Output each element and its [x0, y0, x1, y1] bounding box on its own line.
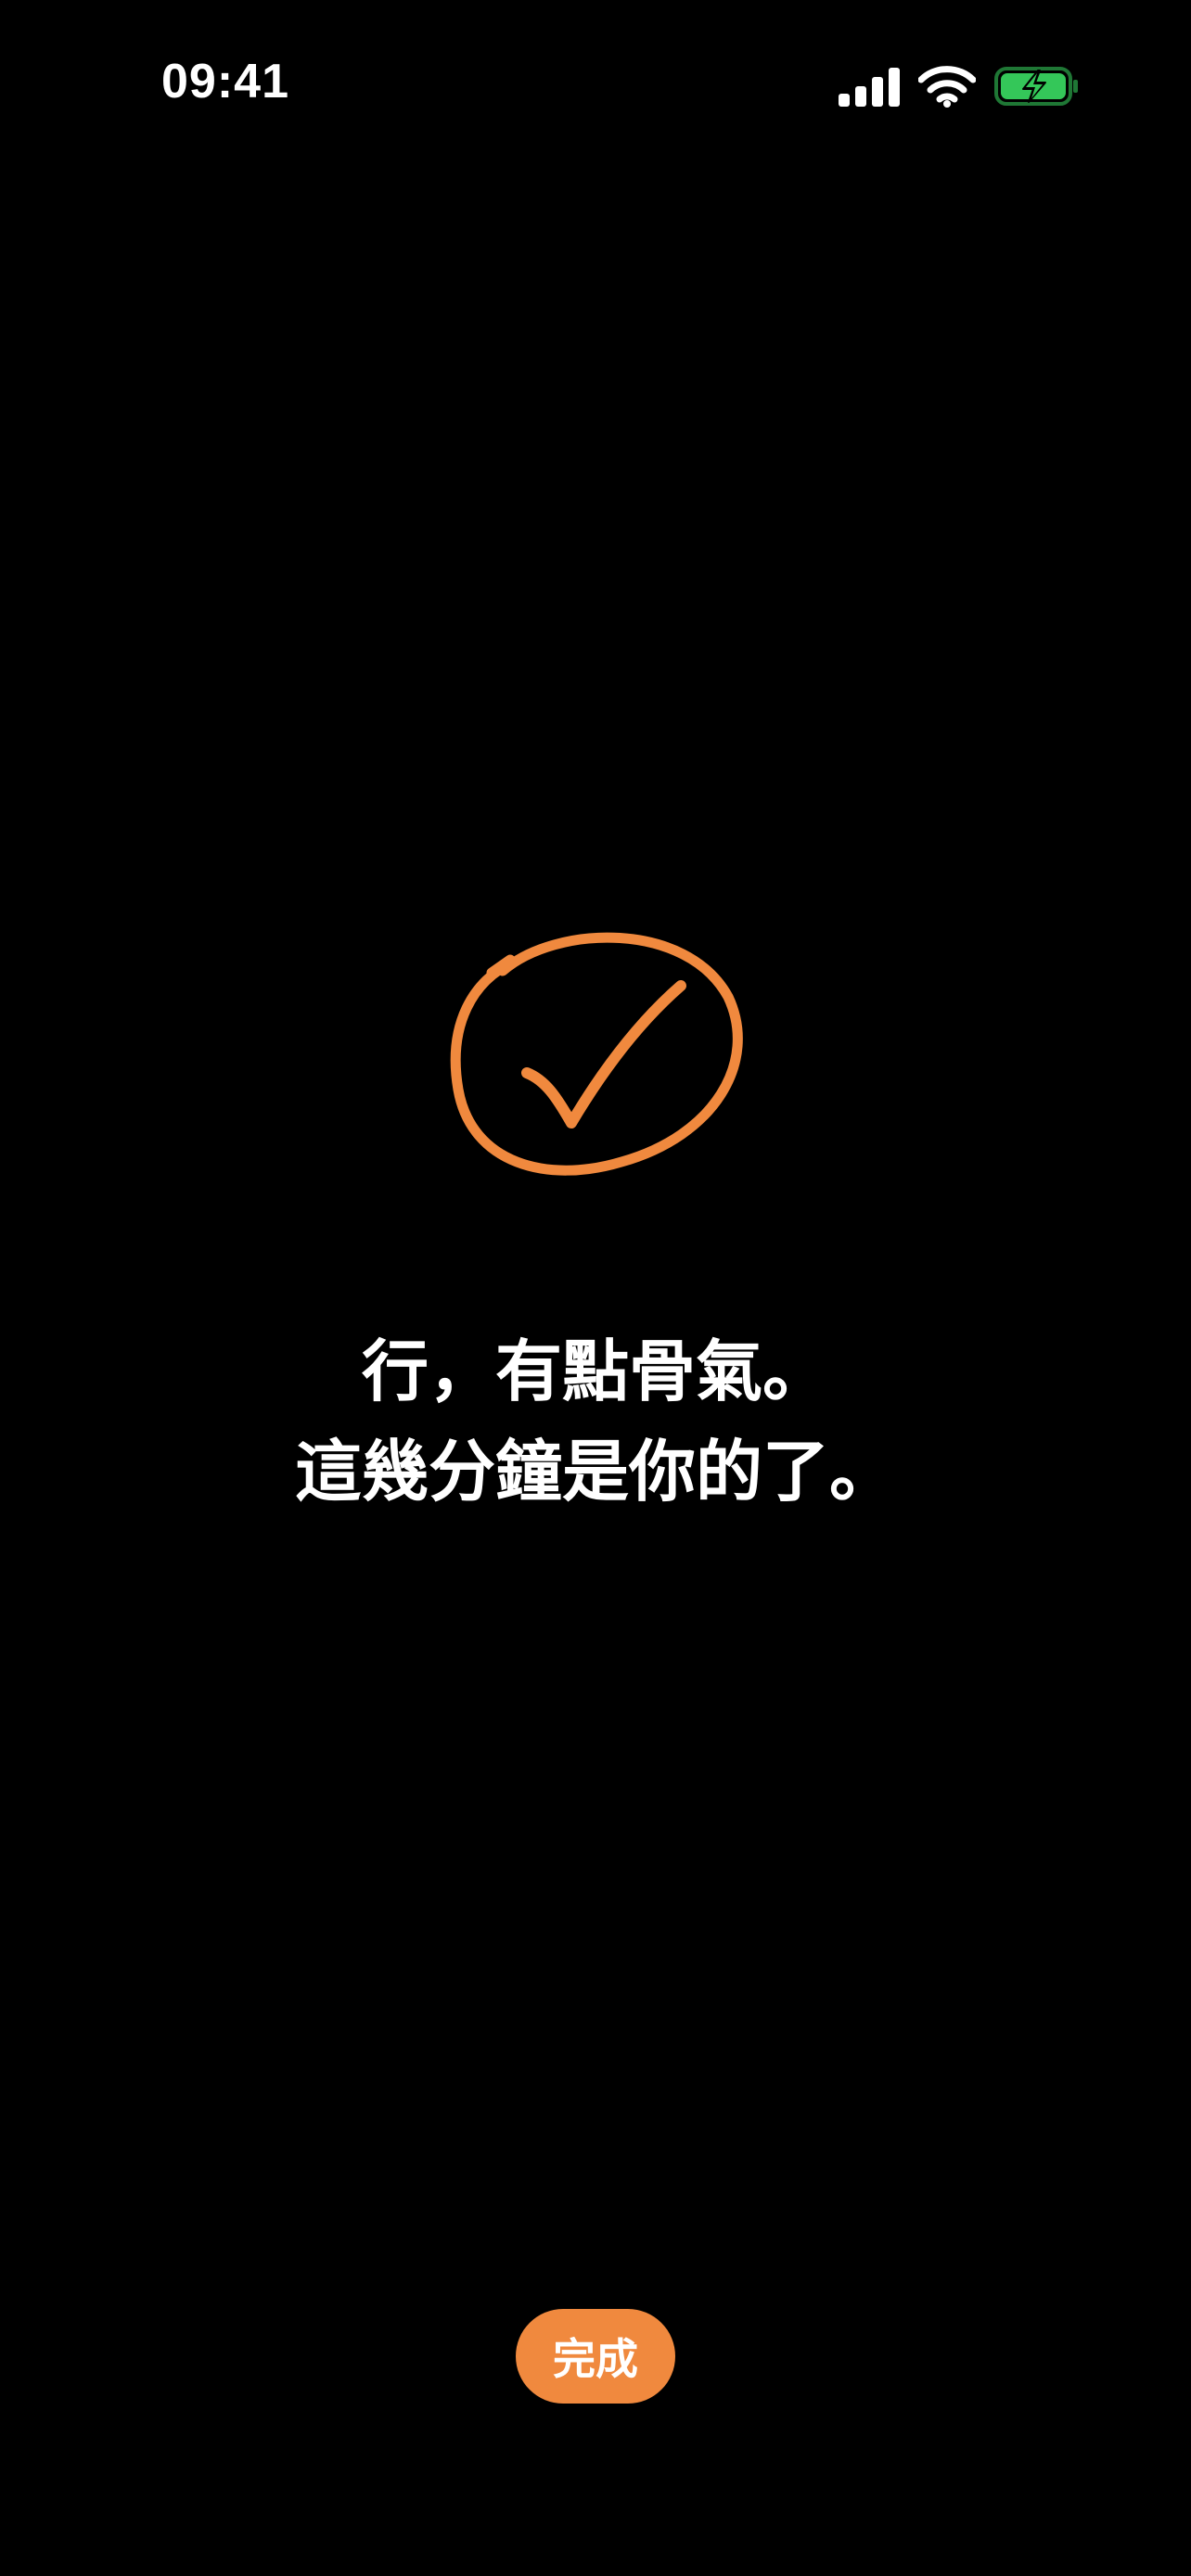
status-time: 09:41 — [161, 55, 289, 108]
check-circle-icon — [445, 913, 751, 1192]
status-bar: 09:41 — [0, 0, 1191, 176]
message-line-2: 這幾分鐘是你的了。 — [294, 1433, 896, 1511]
confirmation-message: 行，有點骨氣。 這幾分鐘是你的了。 — [0, 1321, 1191, 1522]
done-button[interactable]: 完成 — [516, 2309, 675, 2404]
battery-charging-icon — [994, 65, 1080, 108]
status-icons — [839, 61, 1080, 111]
wifi-icon — [918, 65, 976, 108]
message-line-1: 行，有點骨氣。 — [361, 1333, 829, 1410]
cellular-signal-icon — [839, 66, 900, 107]
